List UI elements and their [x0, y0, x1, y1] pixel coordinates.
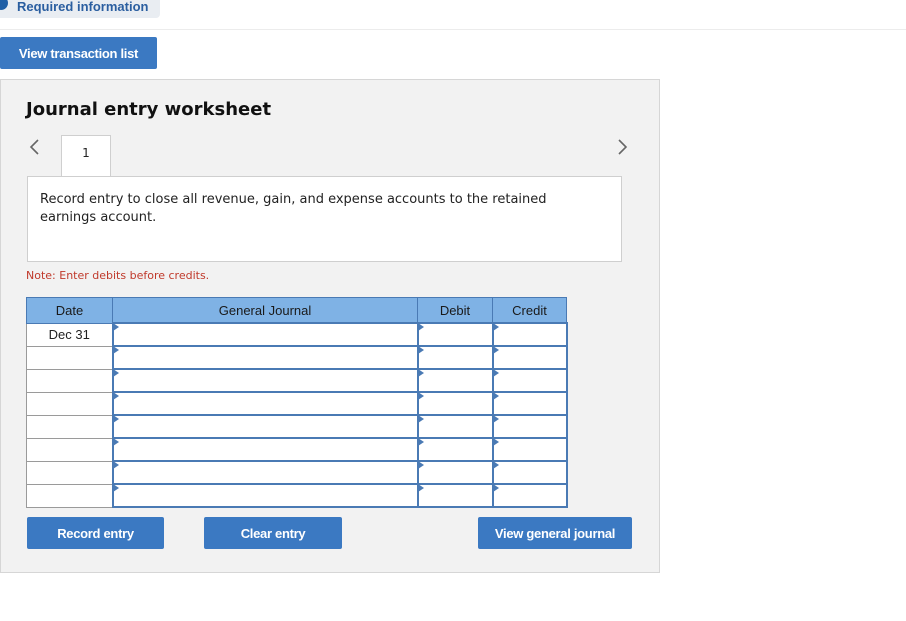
table-row — [26, 368, 568, 393]
date-cell[interactable]: Dec 31 — [26, 322, 113, 347]
account-input[interactable] — [111, 437, 419, 462]
instruction-text: Record entry to close all revenue, gain,… — [40, 192, 547, 225]
table-row: Dec 31 — [26, 322, 568, 347]
credit-input[interactable] — [491, 460, 568, 485]
debit-input[interactable] — [416, 368, 494, 393]
divider — [0, 29, 906, 30]
view-transaction-list-button[interactable]: View transaction list — [0, 37, 157, 69]
date-cell[interactable] — [26, 391, 113, 416]
clear-entry-button[interactable]: Clear entry — [204, 517, 342, 549]
chevron-right-icon[interactable] — [617, 138, 629, 156]
instruction-box: Record entry to close all revenue, gain,… — [27, 176, 622, 262]
debit-input[interactable] — [416, 483, 494, 508]
header-date: Date — [26, 297, 113, 324]
account-input[interactable] — [111, 368, 419, 393]
credit-input[interactable] — [491, 391, 568, 416]
worksheet-title: Journal entry worksheet — [26, 99, 272, 120]
debit-input[interactable] — [416, 437, 494, 462]
date-cell[interactable] — [26, 368, 113, 393]
table-row — [26, 345, 568, 370]
header-credit: Credit — [492, 297, 567, 324]
header-debit: Debit — [417, 297, 493, 324]
account-input[interactable] — [111, 391, 419, 416]
account-input[interactable] — [111, 345, 419, 370]
info-icon — [0, 0, 8, 10]
date-cell[interactable] — [26, 483, 113, 508]
debit-input[interactable] — [416, 345, 494, 370]
account-input[interactable] — [111, 460, 419, 485]
required-information-tab[interactable]: Required information — [0, 0, 160, 18]
account-input[interactable] — [111, 322, 419, 347]
table-row — [26, 391, 568, 416]
credit-input[interactable] — [491, 345, 568, 370]
debit-input[interactable] — [416, 414, 494, 439]
credit-input[interactable] — [491, 322, 568, 347]
date-cell[interactable] — [26, 437, 113, 462]
credit-input[interactable] — [491, 437, 568, 462]
required-information-label: Required information — [17, 0, 149, 14]
account-input[interactable] — [111, 483, 419, 508]
table-row — [26, 483, 568, 508]
debit-input[interactable] — [416, 391, 494, 416]
tab-entry-1[interactable]: 1 — [61, 135, 111, 177]
note-text: Note: Enter debits before credits. — [26, 269, 210, 282]
date-cell[interactable] — [26, 414, 113, 439]
date-cell[interactable] — [26, 460, 113, 485]
table-row — [26, 437, 568, 462]
credit-input[interactable] — [491, 483, 568, 508]
credit-input[interactable] — [491, 414, 568, 439]
credit-input[interactable] — [491, 368, 568, 393]
debit-input[interactable] — [416, 322, 494, 347]
header-general-journal: General Journal — [112, 297, 418, 324]
debit-input[interactable] — [416, 460, 494, 485]
record-entry-button[interactable]: Record entry — [27, 517, 164, 549]
journal-table: Date General Journal Debit Credit Dec 31 — [26, 297, 568, 508]
view-general-journal-button[interactable]: View general journal — [478, 517, 632, 549]
chevron-left-icon[interactable] — [28, 138, 40, 156]
table-row — [26, 414, 568, 439]
account-input[interactable] — [111, 414, 419, 439]
table-header-row: Date General Journal Debit Credit — [26, 297, 567, 324]
date-cell[interactable] — [26, 345, 113, 370]
table-row — [26, 460, 568, 485]
